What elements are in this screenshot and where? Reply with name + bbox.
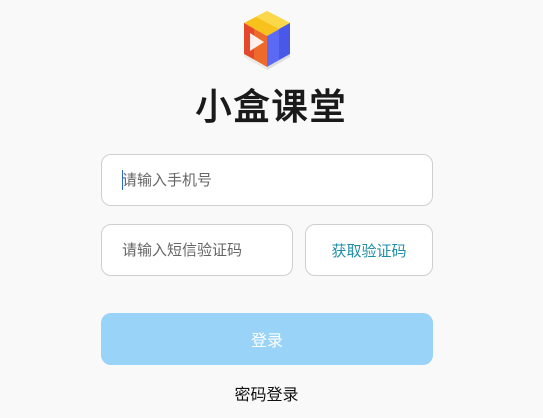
text-caret <box>122 170 123 190</box>
app-logo <box>238 9 296 71</box>
password-login-link[interactable]: 密码登录 <box>0 383 533 407</box>
sms-code-field[interactable] <box>101 224 293 276</box>
get-code-button[interactable]: 获取验证码 <box>305 224 433 276</box>
sms-code-input[interactable] <box>102 225 292 275</box>
cube-logo-icon <box>244 11 290 70</box>
login-button[interactable]: 登录 <box>101 313 433 365</box>
phone-input[interactable] <box>102 155 432 205</box>
app-title: 小盒课堂 <box>195 87 348 128</box>
phone-field[interactable] <box>101 154 433 206</box>
